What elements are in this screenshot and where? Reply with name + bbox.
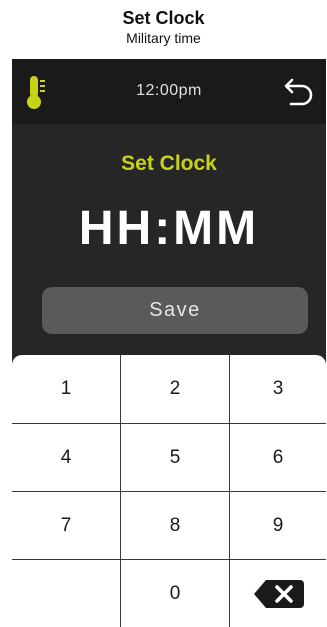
device-screen: 12:00pm Set Clock HH:MM Save 1 2 3 4 5 6… [12, 59, 326, 627]
key-1[interactable]: 1 [12, 355, 120, 423]
key-8[interactable]: 8 [120, 491, 229, 559]
backspace-icon [250, 576, 306, 612]
key-3[interactable]: 3 [229, 355, 326, 423]
key-6[interactable]: 6 [229, 423, 326, 491]
key-9[interactable]: 9 [229, 491, 326, 559]
time-entry-display: HH:MM [78, 202, 260, 255]
save-button[interactable]: Save [42, 287, 308, 334]
key-0[interactable]: 0 [120, 559, 229, 627]
key-5[interactable]: 5 [120, 423, 229, 491]
figure-caption: Set Clock Military time [0, 0, 327, 58]
status-time: 12:00pm [136, 82, 202, 99]
backspace-key[interactable] [229, 559, 326, 627]
caption-subtitle: Military time [126, 30, 201, 46]
status-bar: 12:00pm [12, 59, 326, 124]
caption-title: Set Clock [122, 8, 205, 28]
key-2[interactable]: 2 [120, 355, 229, 423]
screen-title: Set Clock [121, 152, 217, 175]
key-4[interactable]: 4 [12, 423, 120, 491]
key-7[interactable]: 7 [12, 491, 120, 559]
back-arrow-icon[interactable] [282, 75, 316, 109]
numeric-keypad: 1 2 3 4 5 6 7 8 9 0 [12, 355, 326, 627]
key-blank [12, 559, 120, 627]
